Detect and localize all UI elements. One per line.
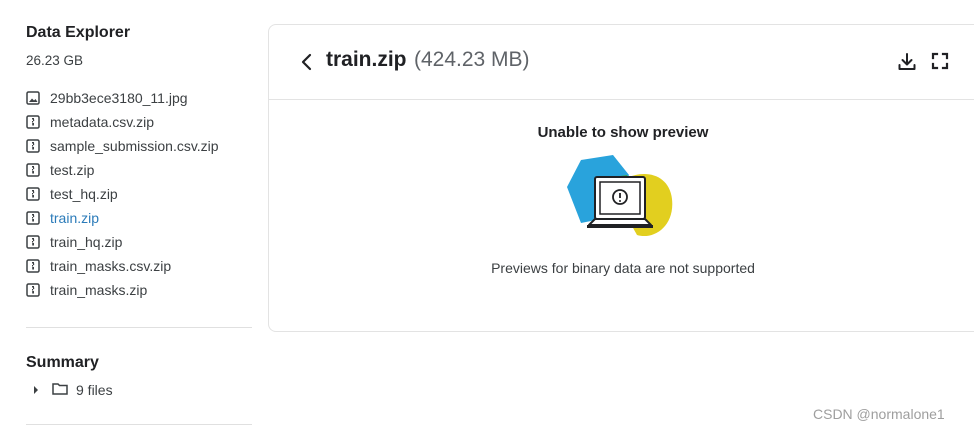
file-item-zip-active[interactable]: train.zip: [26, 206, 254, 230]
viewer-file-size: (424.23 MB): [414, 48, 530, 71]
download-button[interactable]: [897, 52, 917, 72]
folder-icon: [52, 382, 68, 398]
caret-right-icon[interactable]: [32, 382, 40, 398]
preview-message: Previews for binary data are not support…: [491, 260, 755, 276]
file-name: 29bb3ece3180_11.jpg: [50, 90, 188, 106]
summary-files-toggle[interactable]: 9 files: [26, 380, 113, 400]
file-item-zip[interactable]: train_masks.zip: [26, 278, 254, 302]
file-item-zip[interactable]: test.zip: [26, 158, 254, 182]
laptop-alert-illustration: [565, 155, 679, 243]
file-item-zip[interactable]: train_masks.csv.zip: [26, 254, 254, 278]
preview-title: Unable to show preview: [537, 124, 709, 141]
file-item-image[interactable]: 29bb3ece3180_11.jpg: [26, 86, 254, 110]
summary-title: Summary: [26, 354, 99, 371]
file-name: test_hq.zip: [50, 186, 118, 202]
zip-file-icon: [26, 139, 40, 153]
viewer-file-name: train.zip: [326, 48, 407, 71]
back-button[interactable]: [297, 51, 317, 73]
viewer-header: train.zip (424.23 MB): [269, 25, 974, 100]
zip-file-icon: [26, 115, 40, 129]
file-name: test.zip: [50, 162, 95, 178]
zip-file-icon: [26, 211, 40, 225]
sidebar-divider: [26, 424, 252, 425]
file-viewer-panel: train.zip (424.23 MB) Unable to show pre…: [268, 24, 974, 332]
zip-file-icon: [26, 235, 40, 249]
sidebar-divider: [26, 327, 252, 328]
download-icon: [898, 53, 916, 70]
file-item-zip[interactable]: train_hq.zip: [26, 230, 254, 254]
fullscreen-icon: [931, 52, 949, 70]
file-item-zip[interactable]: test_hq.zip: [26, 182, 254, 206]
file-name: train.zip: [50, 210, 100, 226]
file-name: train_hq.zip: [50, 234, 123, 250]
file-list: 29bb3ece3180_11.jpg metadata.csv.zip sam…: [26, 86, 254, 302]
file-item-zip[interactable]: metadata.csv.zip: [26, 110, 254, 134]
fullscreen-button[interactable]: [931, 52, 949, 70]
zip-file-icon: [26, 187, 40, 201]
data-explorer-title: Data Explorer: [26, 24, 131, 41]
image-file-icon: [26, 91, 40, 105]
zip-file-icon: [26, 283, 40, 297]
file-item-zip[interactable]: sample_submission.csv.zip: [26, 134, 254, 158]
dataset-size: 26.23 GB: [26, 53, 84, 68]
file-name: train_masks.csv.zip: [50, 258, 172, 274]
chevron-left-icon: [301, 53, 312, 71]
zip-file-icon: [26, 259, 40, 273]
watermark: CSDN @normalone1: [813, 406, 945, 422]
laptop-warning-icon: [567, 155, 673, 237]
file-name: metadata.csv.zip: [50, 114, 155, 130]
zip-file-icon: [26, 163, 40, 177]
summary-files-label: 9 files: [76, 382, 113, 398]
file-name: sample_submission.csv.zip: [50, 138, 219, 154]
file-name: train_masks.zip: [50, 282, 148, 298]
